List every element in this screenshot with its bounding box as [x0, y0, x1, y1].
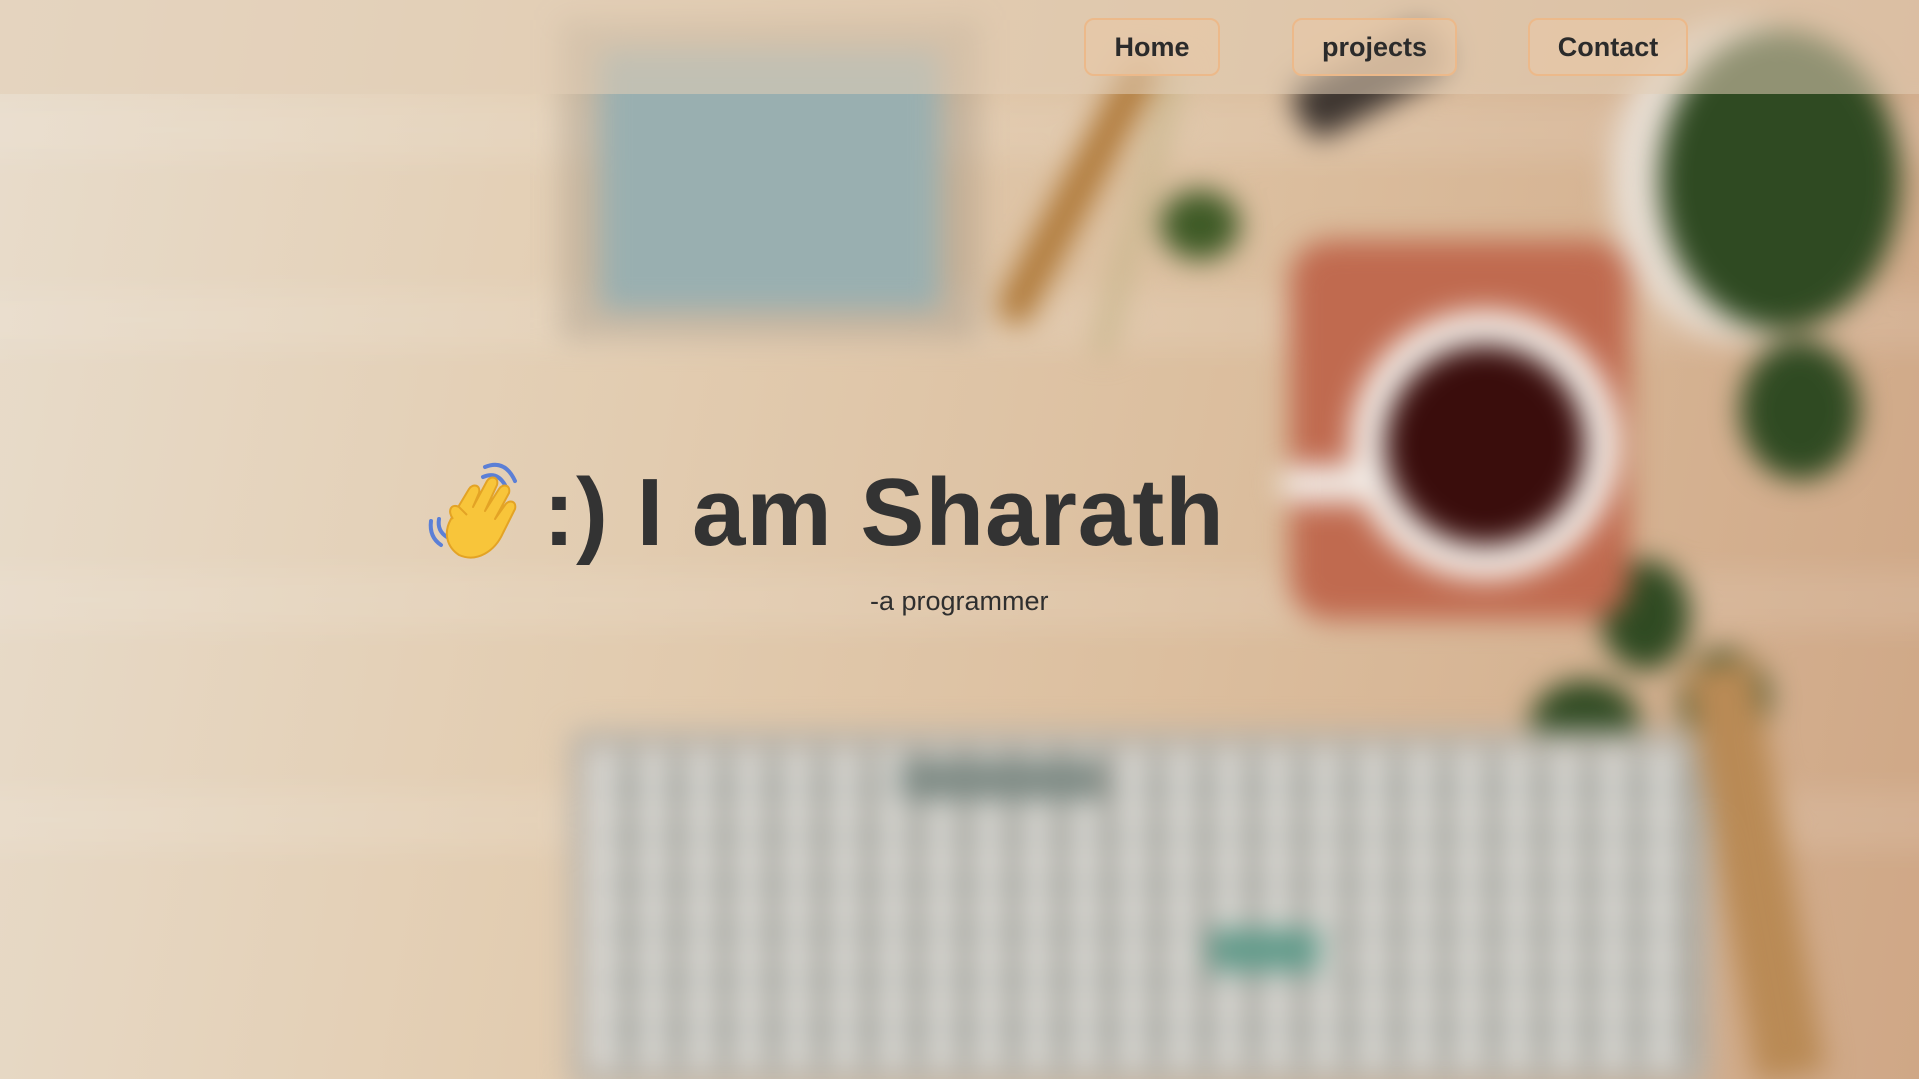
nav-projects-button[interactable]: projects	[1292, 18, 1457, 76]
top-navbar: Home projects Contact	[0, 0, 1919, 94]
hero-subtitle: -a programmer	[870, 586, 1049, 616]
hero-section: :) I am Sharath -a programmer	[0, 0, 1919, 1079]
waving-hand-icon	[425, 459, 533, 567]
hero-title-row: :) I am Sharath	[425, 458, 1225, 568]
nav-contact-button[interactable]: Contact	[1528, 18, 1688, 76]
hero-heading: :) I am Sharath	[543, 459, 1225, 566]
nav-home-button[interactable]: Home	[1084, 18, 1220, 76]
